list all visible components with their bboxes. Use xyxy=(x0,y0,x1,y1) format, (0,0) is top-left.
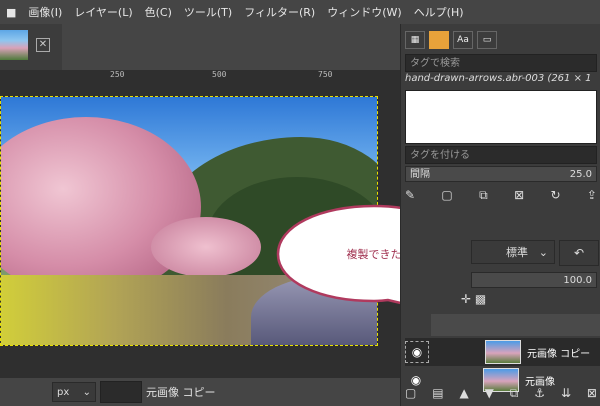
ruler-tick: 750 xyxy=(318,70,333,79)
duplicate-icon[interactable]: ⧉ xyxy=(479,188,488,208)
edit-icon[interactable]: ✎ xyxy=(405,188,415,208)
dock-tabs: ▦ Aa ▭ xyxy=(401,28,600,52)
opacity-slider[interactable]: 100.0 xyxy=(471,272,597,288)
spacing-label: 間隔 xyxy=(410,169,430,180)
duplicate-layer-icon[interactable]: ⧉ xyxy=(510,386,519,404)
horizontal-ruler: 250 500 750 xyxy=(0,70,400,87)
merge-icon[interactable]: ⇊ xyxy=(561,386,571,404)
opacity-value: 100.0 xyxy=(563,275,592,286)
brush-preview[interactable] xyxy=(405,90,597,144)
close-icon[interactable]: ✕ xyxy=(36,38,50,52)
menu-partial[interactable]: ■ xyxy=(0,6,22,19)
menu-help[interactable]: ヘルプ(H) xyxy=(408,4,470,20)
cherry-blossom-row xyxy=(151,217,261,277)
chain-toggle[interactable] xyxy=(429,340,485,364)
spacing-value: 25.0 xyxy=(569,169,592,180)
ruler-tick: 500 xyxy=(212,70,227,79)
spacing-slider[interactable]: 間隔 25.0 xyxy=(405,166,597,182)
tab-fonts[interactable]: Aa xyxy=(453,31,473,49)
menu-color[interactable]: 色(C) xyxy=(139,4,178,20)
layers-tabs xyxy=(405,216,597,234)
new-icon[interactable]: ▢ xyxy=(441,188,452,208)
new-group-icon[interactable]: ▤ xyxy=(432,386,443,404)
menu-image[interactable]: 画像(I) xyxy=(22,4,68,20)
delete-layer-icon[interactable]: ⊠ xyxy=(587,386,597,404)
menu-layer[interactable]: レイヤー(L) xyxy=(68,4,138,20)
lock-icons: ✛ ▩ xyxy=(461,292,581,312)
lower-icon[interactable]: ▼ xyxy=(485,386,494,404)
brush-actions: ✎ ▢ ⧉ ⊠ ↻ ⇪ xyxy=(405,188,597,208)
image-tab-thumbnail xyxy=(0,30,28,60)
right-dock: ▦ Aa ▭ タグで検索 hand-drawn-arrows.abr-003 (… xyxy=(400,24,600,406)
undo-icon[interactable]: ↶ xyxy=(559,240,599,266)
ruler-tick: 250 xyxy=(110,70,125,79)
statusbar: px ⌄ 元画像 コピー xyxy=(0,378,400,406)
export-icon[interactable]: ⇪ xyxy=(587,188,597,208)
menu-filters[interactable]: フィルター(R) xyxy=(238,4,321,20)
tab-bar-empty xyxy=(62,24,400,70)
brush-name: hand-drawn-arrows.abr-003 (261 × 1 xyxy=(405,73,592,84)
layer-list-header xyxy=(431,314,600,336)
layer-thumbnail xyxy=(485,340,521,364)
layer-name: 元画像 コピー xyxy=(527,348,591,360)
mode-select[interactable]: 標準 ⌄ xyxy=(471,240,555,264)
delete-icon[interactable]: ⊠ xyxy=(514,188,524,208)
layer-row[interactable]: ◉ 元画像 コピー xyxy=(405,338,600,366)
refresh-icon[interactable]: ↻ xyxy=(550,188,560,208)
menu-windows[interactable]: ウィンドウ(W) xyxy=(321,4,407,20)
tag-assign-input[interactable]: タグを付ける xyxy=(405,146,597,164)
menubar: ■ 画像(I) レイヤー(L) 色(C) ツール(T) フィルター(R) ウィン… xyxy=(0,0,600,24)
tag-search-input[interactable]: タグで検索 xyxy=(405,54,597,72)
unit-select[interactable]: px ⌄ xyxy=(52,382,96,402)
image-tab[interactable]: ✕ xyxy=(0,24,63,70)
unit-value: px xyxy=(57,386,70,398)
layer-actions: ▢ ▤ ▲ ▼ ⧉ ⚓ ⇊ ⊠ xyxy=(405,386,597,404)
tab-documents[interactable]: ▭ xyxy=(477,31,497,49)
new-layer-icon[interactable]: ▢ xyxy=(405,386,416,404)
eye-icon[interactable]: ◉ xyxy=(405,341,429,363)
status-text: 元画像 コピー xyxy=(146,386,216,399)
lock-position-icon[interactable]: ✛ xyxy=(461,292,471,306)
chevron-down-icon: ⌄ xyxy=(82,386,91,398)
tab-patterns[interactable] xyxy=(429,31,449,49)
anchor-icon[interactable]: ⚓ xyxy=(534,386,545,404)
lock-alpha-icon[interactable]: ▩ xyxy=(475,292,486,306)
raise-icon[interactable]: ▲ xyxy=(460,386,469,404)
zoom-box[interactable] xyxy=(100,381,142,403)
menu-tools[interactable]: ツール(T) xyxy=(178,4,238,20)
mode-value: 標準 xyxy=(506,246,528,259)
chevron-down-icon: ⌄ xyxy=(538,246,548,259)
tab-brushes[interactable]: ▦ xyxy=(405,31,425,49)
